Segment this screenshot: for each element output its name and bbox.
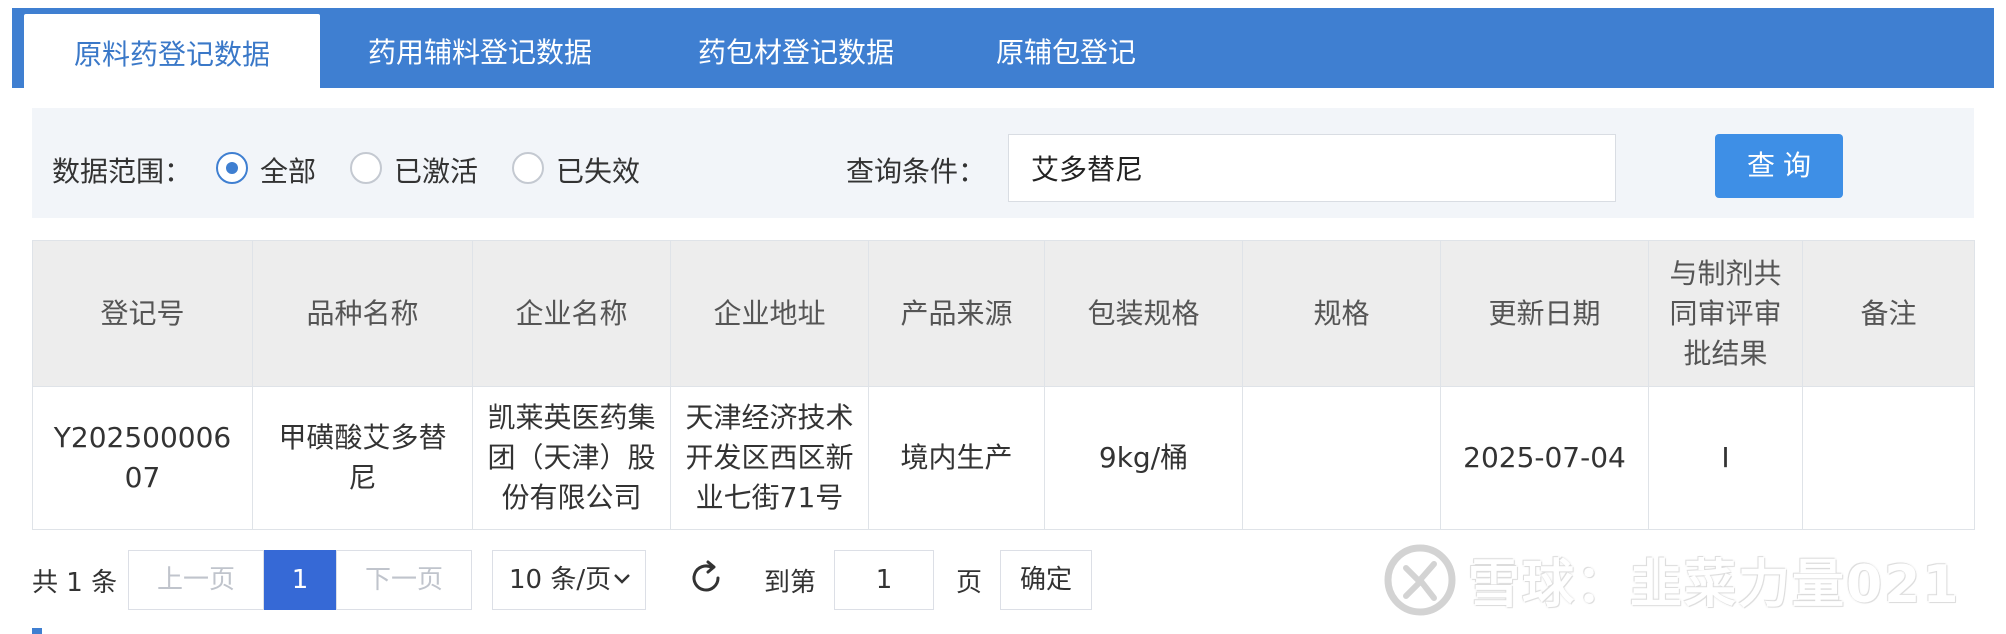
next-page-button[interactable]: 下一页 (336, 550, 472, 610)
page-unit-label: 页 (956, 568, 983, 598)
table-header-row: 登记号 品种名称 企业名称 企业地址 产品来源 包装规格 规格 更新日期 与制剂… (32, 240, 1975, 387)
col-joint-review-result: 与制剂共同审评审批结果 (1648, 240, 1803, 387)
page-size-value: 10 条/页 (509, 565, 612, 595)
current-page-button[interactable]: 1 (264, 550, 336, 610)
results-table: 登记号 品种名称 企业名称 企业地址 产品来源 包装规格 规格 更新日期 与制剂… (32, 240, 1975, 530)
radio-expired-circle[interactable] (512, 152, 544, 184)
watermark-text: 雪球：韭菜力量021 (1468, 555, 1961, 615)
tab-api-registration[interactable]: 原料药登记数据 (24, 14, 320, 90)
radio-activated-label: 已激活 (394, 155, 479, 188)
col-company-address: 企业地址 (670, 240, 869, 387)
col-product-source: 产品来源 (868, 240, 1045, 387)
query-label: 查询条件： (846, 155, 987, 188)
refresh-icon[interactable] (686, 558, 726, 598)
col-product-name: 品种名称 (252, 240, 473, 387)
cell-remarks (1802, 386, 1975, 530)
cell-company-name: 凯莱英医药集团（天津）股份有限公司 (472, 386, 671, 530)
query-input[interactable] (1008, 134, 1616, 202)
col-remarks: 备注 (1802, 240, 1975, 387)
cell-update-date: 2025-07-04 (1440, 386, 1649, 530)
cell-company-address: 天津经济技术开发区西区新业七街71号 (670, 386, 869, 530)
cell-product-name: 甲磺酸艾多替尼 (252, 386, 473, 530)
confirm-button[interactable]: 确定 (1000, 550, 1092, 610)
radio-all-label: 全部 (260, 155, 317, 188)
filter-panel (32, 108, 1974, 218)
scope-label: 数据范围： (52, 155, 193, 188)
goto-page-input[interactable]: 1 (834, 550, 934, 610)
radio-all-circle[interactable] (216, 152, 248, 184)
col-company-name: 企业名称 (472, 240, 671, 387)
snowball-logo-icon (1384, 544, 1456, 616)
cell-joint-review-result: I (1648, 386, 1803, 530)
bottom-edge-mark (32, 628, 42, 634)
prev-page-button[interactable]: 上一页 (128, 550, 264, 610)
total-number: 1 (66, 568, 83, 598)
query-button[interactable]: 查询 (1715, 134, 1843, 198)
table-row: Y20250000607 甲磺酸艾多替尼 凯莱英医药集团（天津）股份有限公司 天… (32, 386, 1975, 530)
total-count: 共 1 条 (32, 562, 117, 599)
chevron-down-icon (614, 574, 630, 584)
goto-label: 到第 (764, 568, 817, 598)
col-spec: 规格 (1242, 240, 1441, 387)
tab-packaging-registration[interactable]: 药包材登记数据 (698, 8, 894, 88)
col-package-spec: 包装规格 (1044, 240, 1243, 387)
page-size-select[interactable]: 10 条/页 (492, 550, 646, 610)
cell-spec (1242, 386, 1441, 530)
cell-package-spec: 9kg/桶 (1044, 386, 1243, 530)
cell-product-source: 境内生产 (868, 386, 1045, 530)
radio-expired-label: 已失效 (556, 155, 641, 188)
col-update-date: 更新日期 (1440, 240, 1649, 387)
total-prefix: 共 (32, 568, 59, 598)
tab-bar: 原料药登记数据 药用辅料登记数据 药包材登记数据 原辅包登记 (12, 8, 1994, 90)
total-suffix: 条 (91, 568, 118, 598)
tab-excipient-registration[interactable]: 药用辅料登记数据 (368, 8, 592, 88)
tab-combined-registration[interactable]: 原辅包登记 (996, 8, 1136, 88)
col-registration-no: 登记号 (32, 240, 253, 387)
radio-activated-circle[interactable] (350, 152, 382, 184)
cell-registration-no: Y20250000607 (32, 386, 253, 530)
